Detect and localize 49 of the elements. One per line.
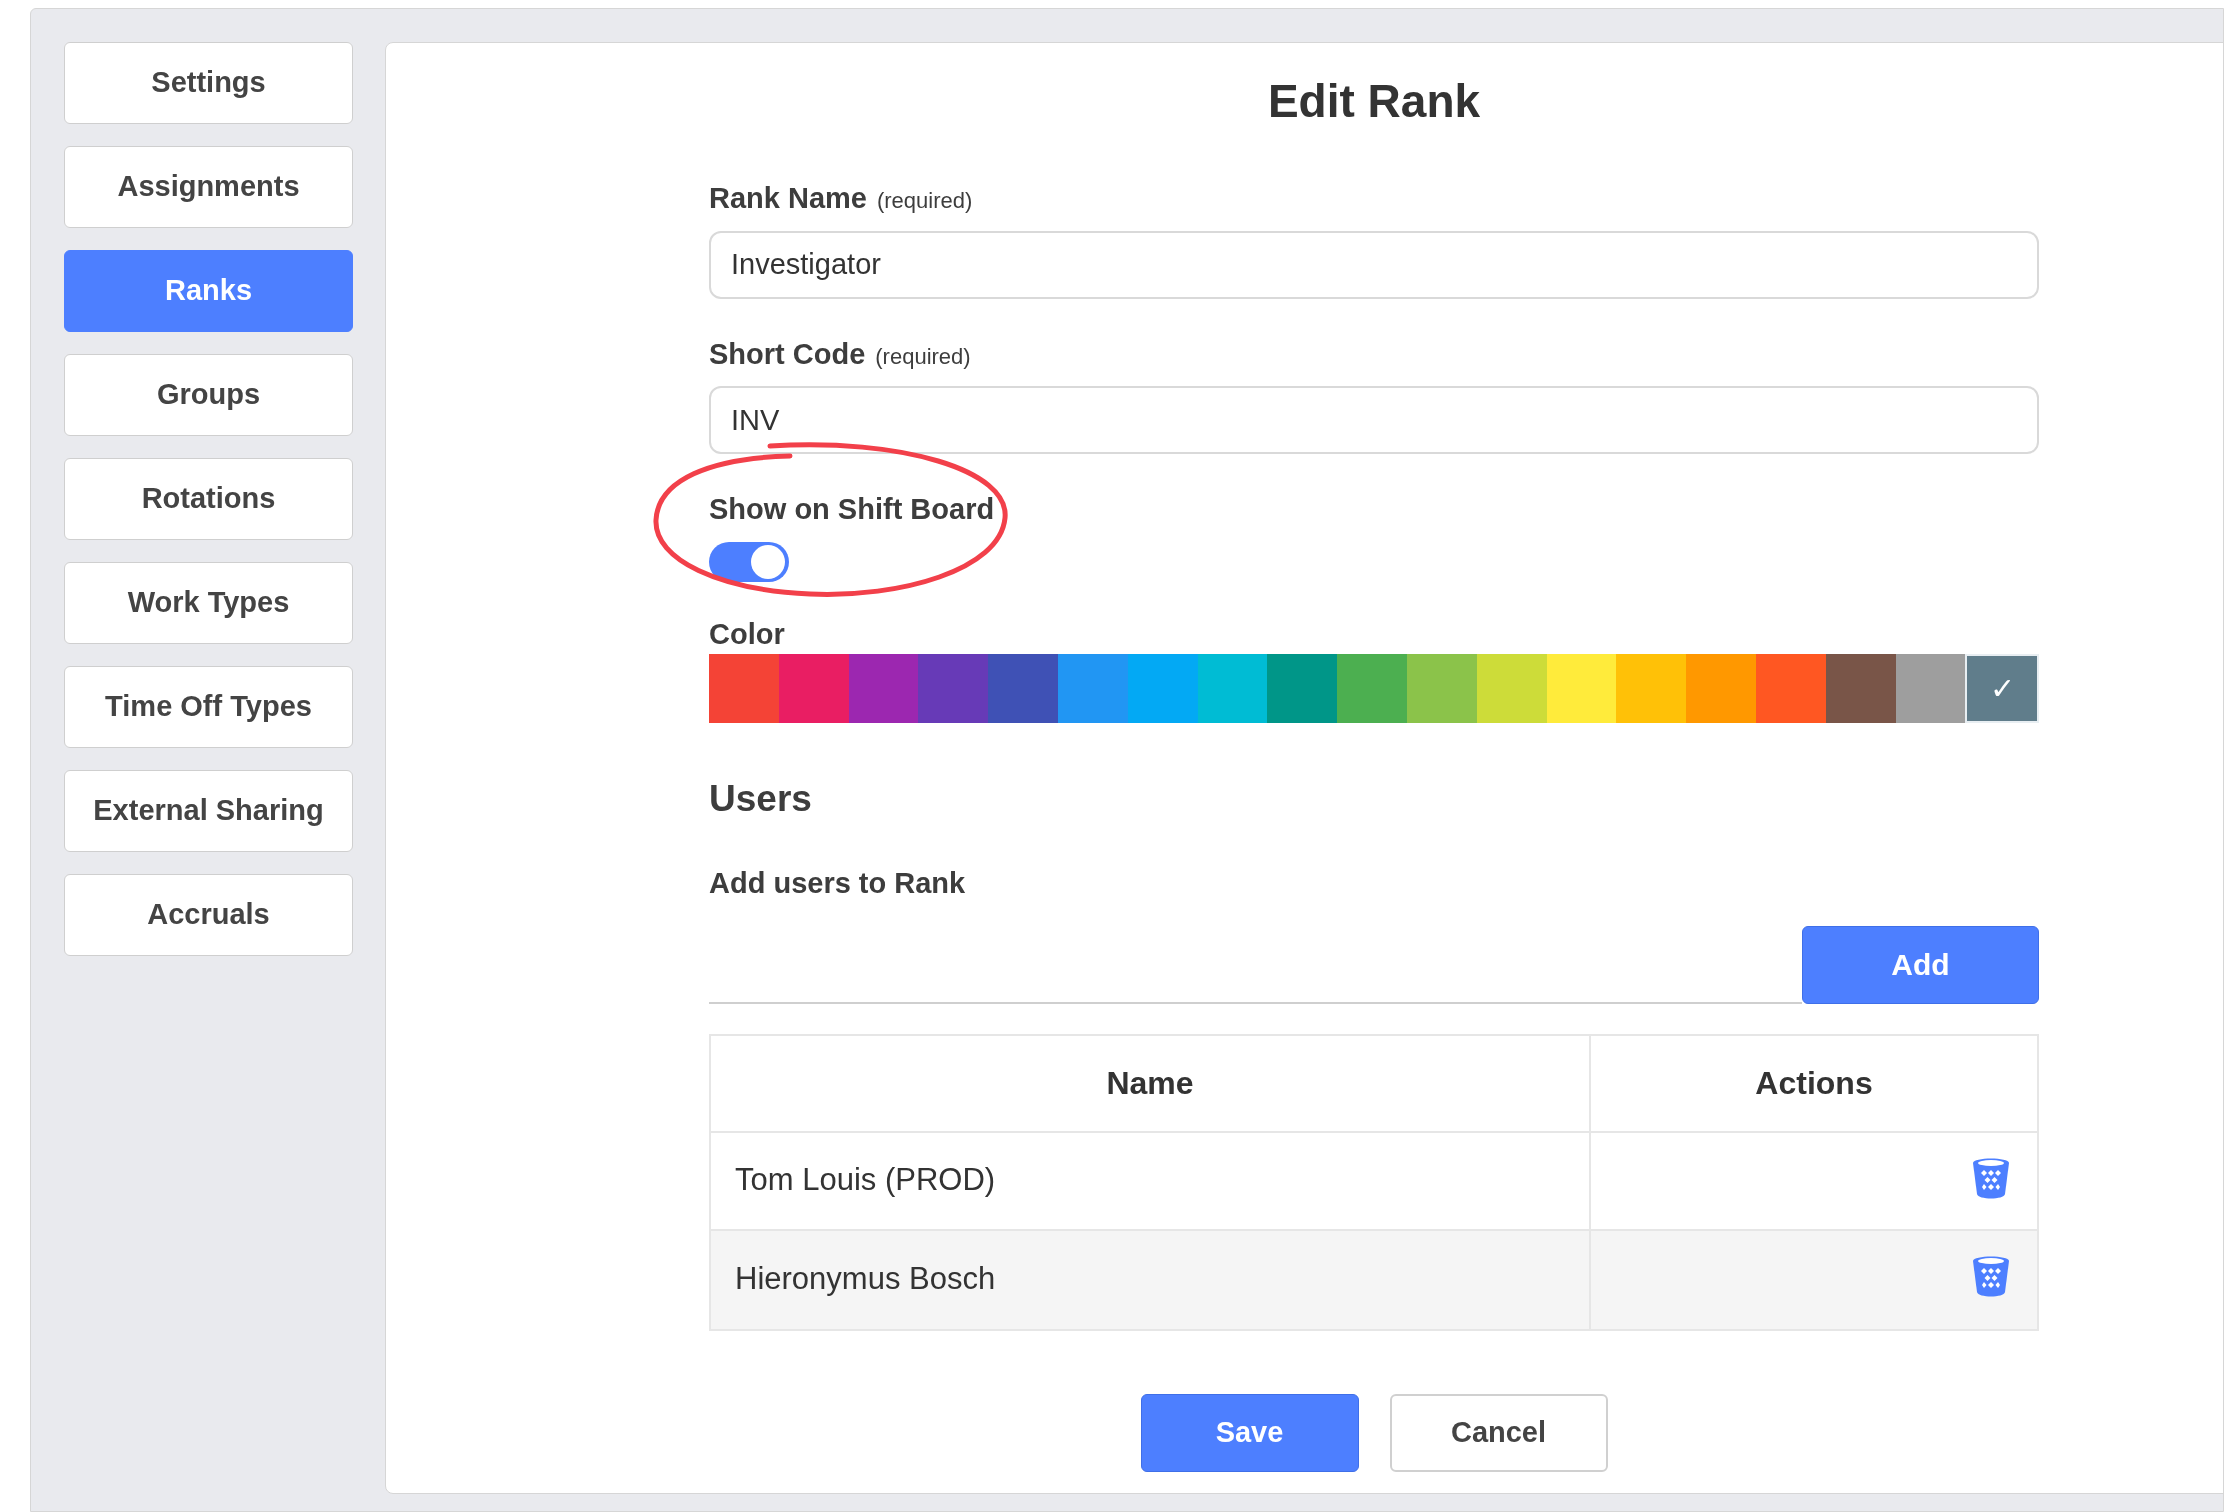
- cancel-button[interactable]: Cancel: [1389, 1393, 1608, 1472]
- color-swatch[interactable]: [1755, 653, 1826, 723]
- field-label: Short Code: [709, 336, 866, 372]
- sidebar-item[interactable]: External Sharing: [64, 770, 353, 852]
- toggle-switch[interactable]: [709, 541, 789, 582]
- color-swatch[interactable]: [1825, 653, 1896, 723]
- sidebar-item[interactable]: Work Types: [64, 562, 353, 644]
- save-button[interactable]: Save: [1140, 1393, 1359, 1472]
- table-cell-text: Tom Louis (PROD): [735, 1161, 996, 1200]
- color-swatch[interactable]: ✓: [1965, 653, 2040, 723]
- color-swatch[interactable]: [1616, 653, 1687, 723]
- text-input[interactable]: Investigator: [709, 230, 2039, 299]
- sidebar-item[interactable]: Time Off Types: [64, 666, 353, 748]
- trash-icon[interactable]: [1971, 1254, 2011, 1297]
- color-swatch[interactable]: [1686, 653, 1756, 723]
- color-swatch[interactable]: [709, 653, 779, 723]
- field-label: Rank Name: [709, 181, 867, 216]
- page-title: Edit Rank: [1266, 74, 1482, 129]
- sidebar-item[interactable]: Assignments: [64, 146, 353, 228]
- sidebar-item[interactable]: Ranks: [64, 250, 353, 332]
- color-swatch[interactable]: [1895, 653, 1966, 723]
- sidebar-item[interactable]: Settings: [64, 42, 353, 124]
- trash-icon[interactable]: [1971, 1156, 2011, 1199]
- required-hint: (required): [876, 187, 973, 215]
- section-heading: Users: [709, 776, 813, 821]
- add-button[interactable]: Add: [1802, 925, 2039, 1004]
- color-swatch[interactable]: [988, 653, 1058, 723]
- color-swatch[interactable]: [1197, 653, 1268, 723]
- color-swatch[interactable]: [1127, 653, 1198, 723]
- color-swatch[interactable]: [1406, 653, 1477, 723]
- color-swatch[interactable]: [1546, 653, 1617, 723]
- toggle-label: Show on Shift Board: [709, 492, 996, 527]
- color-swatch[interactable]: [1476, 653, 1547, 723]
- color-swatch[interactable]: [1337, 653, 1407, 723]
- table-cell-text: Hieronymus Bosch: [735, 1260, 996, 1299]
- color-swatch[interactable]: [1267, 653, 1338, 723]
- color-swatch[interactable]: [778, 653, 849, 723]
- required-hint: (required): [875, 342, 971, 371]
- color-label: Color: [709, 616, 786, 652]
- column-header: Actions: [1754, 1064, 1874, 1103]
- sidebar-item[interactable]: Rotations: [64, 458, 353, 540]
- column-header: Name: [711, 1035, 1591, 1131]
- sidebar-item[interactable]: Groups: [64, 354, 353, 436]
- color-swatch[interactable]: [848, 653, 919, 723]
- color-swatch[interactable]: [918, 653, 989, 723]
- add-users-label: Add users to Rank: [709, 866, 967, 901]
- color-swatch[interactable]: [1058, 653, 1128, 723]
- sidebar-item[interactable]: Accruals: [64, 874, 353, 956]
- text-input[interactable]: INV: [709, 386, 2039, 454]
